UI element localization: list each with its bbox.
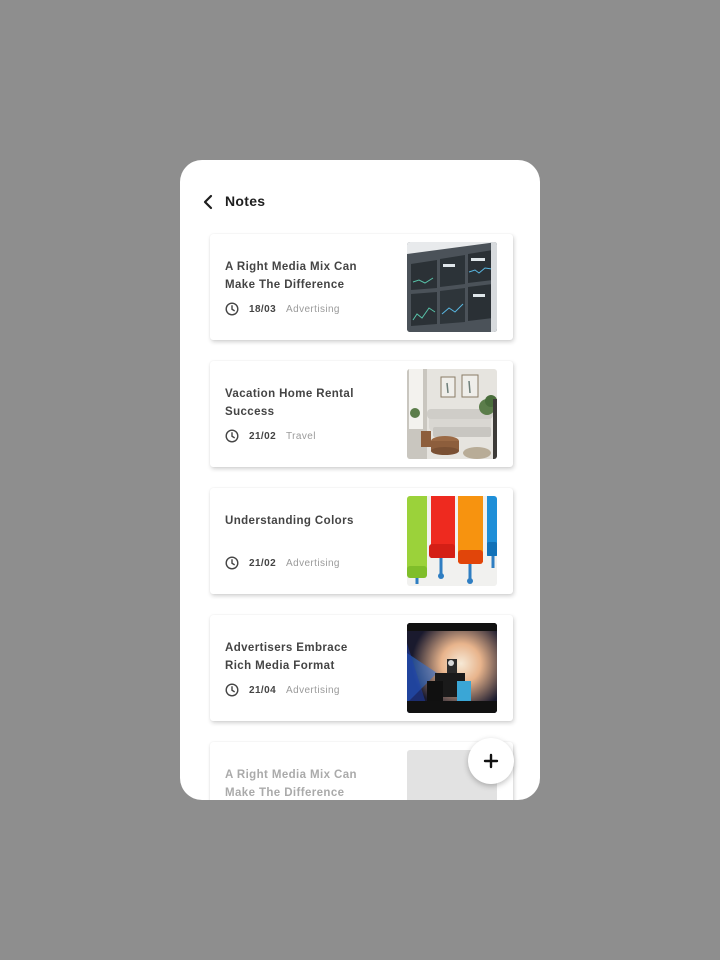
note-card[interactable]: Understanding Colors 21/02 Advertising [210,488,513,594]
note-category: Advertising [286,684,340,696]
note-category: Travel [286,430,316,442]
note-date: 18/03 [249,303,277,315]
note-title: Advertisers Embrace Rich Media Format [225,642,348,672]
clock-icon [225,556,240,571]
note-date: 21/02 [249,557,277,569]
note-meta: 21/02 Advertising [225,555,340,571]
note-card[interactable]: Vacation Home Rental Success 21/02 Trave… [210,361,513,467]
note-date: 21/02 [249,430,277,442]
page-title: Notes [225,193,266,209]
note-category: Advertising [286,303,340,315]
note-card[interactable]: A Right Media Mix Can Make The Differenc… [210,742,513,800]
back-button[interactable] [200,192,216,212]
note-title: Vacation Home Rental Success [225,388,354,418]
note-title: Understanding Colors [225,515,354,527]
clock-icon [225,683,240,698]
note-meta: 18/03 Advertising [225,301,340,317]
note-card[interactable]: Advertisers Embrace Rich Media Format 21… [210,615,513,721]
living-room-image [407,369,497,459]
dashboard-screens-image [407,242,497,332]
add-note-button[interactable] [468,738,514,784]
stage-lights-image [407,623,497,713]
clock-icon [225,302,240,317]
note-category: Advertising [286,557,340,569]
notes-screen: Notes A Right Media Mix Can Make The Dif… [180,160,540,800]
note-meta: 21/04 Advertising [225,682,340,698]
plus-icon [483,753,499,769]
chevron-left-icon [203,194,213,210]
note-card[interactable]: A Right Media Mix Can Make The Differenc… [210,234,513,340]
note-meta: 21/02 Travel [225,428,316,444]
paint-rollers-image [407,496,497,586]
clock-icon [225,429,240,444]
note-date: 21/04 [249,684,277,696]
note-title: A Right Media Mix Can Make The Differenc… [225,769,357,799]
note-title: A Right Media Mix Can Make The Differenc… [225,261,357,291]
app-header: Notes [180,160,540,234]
